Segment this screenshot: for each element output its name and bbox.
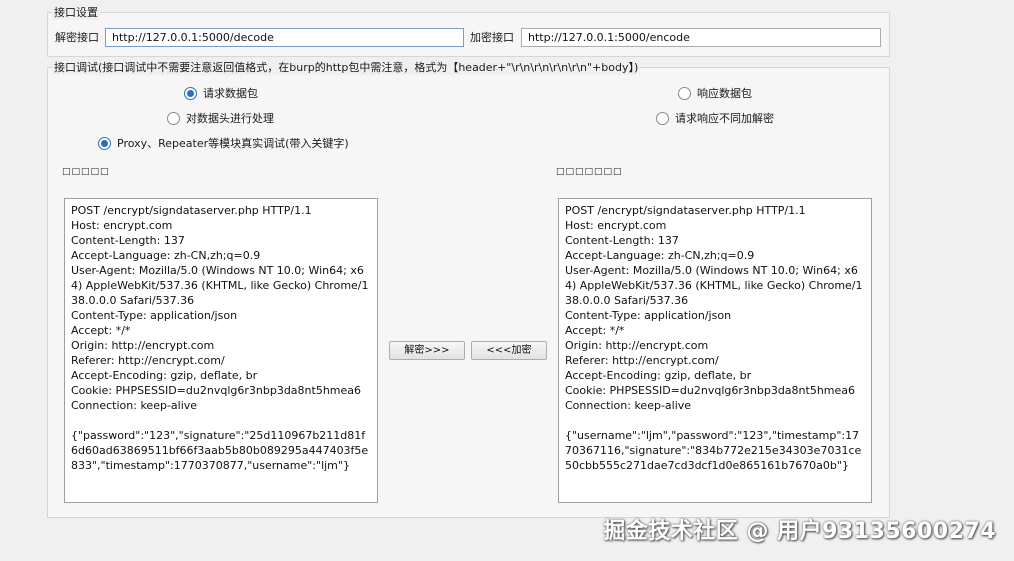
radio-request-response-different[interactable]: 请求响应不同加解密 <box>656 110 774 126</box>
radio-process-header-label: 对数据头进行处理 <box>186 112 274 125</box>
watermark: 掘金技术社区 @ 用户93135600274 <box>603 519 996 544</box>
radio-request-packet-circle <box>184 86 197 100</box>
left-packet-textarea[interactable]: POST /encrypt/signdataserver.php HTTP/1.… <box>64 198 378 503</box>
radio-proxy-repeater[interactable]: Proxy、Repeater等模块真实调试(带入关键字) <box>98 135 349 151</box>
interface-settings-title: 接口设置 <box>52 5 100 20</box>
radio-request-packet-label: 请求数据包 <box>203 87 258 100</box>
radio-request-response-different-label: 请求响应不同加解密 <box>675 112 774 125</box>
right-panel-label: □□□□□□□ <box>556 167 623 177</box>
decrypt-button[interactable]: 解密>>> <box>389 341 465 360</box>
decode-label: 解密接口 <box>55 31 99 44</box>
radio-response-packet-circle <box>678 86 691 100</box>
radio-process-header[interactable]: 对数据头进行处理 <box>167 110 274 126</box>
encode-label: 加密接口 <box>470 31 514 44</box>
decode-url-input[interactable]: http://127.0.0.1:5000/decode <box>105 28 464 47</box>
left-panel-label: □□□□□ <box>62 167 110 177</box>
radio-process-header-circle <box>167 111 180 125</box>
radio-proxy-repeater-circle <box>98 136 111 150</box>
radio-response-packet-label: 响应数据包 <box>697 87 752 100</box>
radio-response-packet[interactable]: 响应数据包 <box>678 85 752 101</box>
interface-debug-title: 接口调试(接口调试中不需要注意返回值格式，在burp的http包中需注意，格式为… <box>52 60 641 75</box>
radio-request-packet[interactable]: 请求数据包 <box>184 85 258 101</box>
encrypt-button[interactable]: <<<加密 <box>471 341 547 360</box>
right-packet-textarea[interactable]: POST /encrypt/signdataserver.php HTTP/1.… <box>558 198 872 503</box>
radio-proxy-repeater-label: Proxy、Repeater等模块真实调试(带入关键字) <box>117 137 349 150</box>
encode-url-input[interactable]: http://127.0.0.1:5000/encode <box>521 28 881 47</box>
radio-request-response-different-circle <box>656 111 669 125</box>
